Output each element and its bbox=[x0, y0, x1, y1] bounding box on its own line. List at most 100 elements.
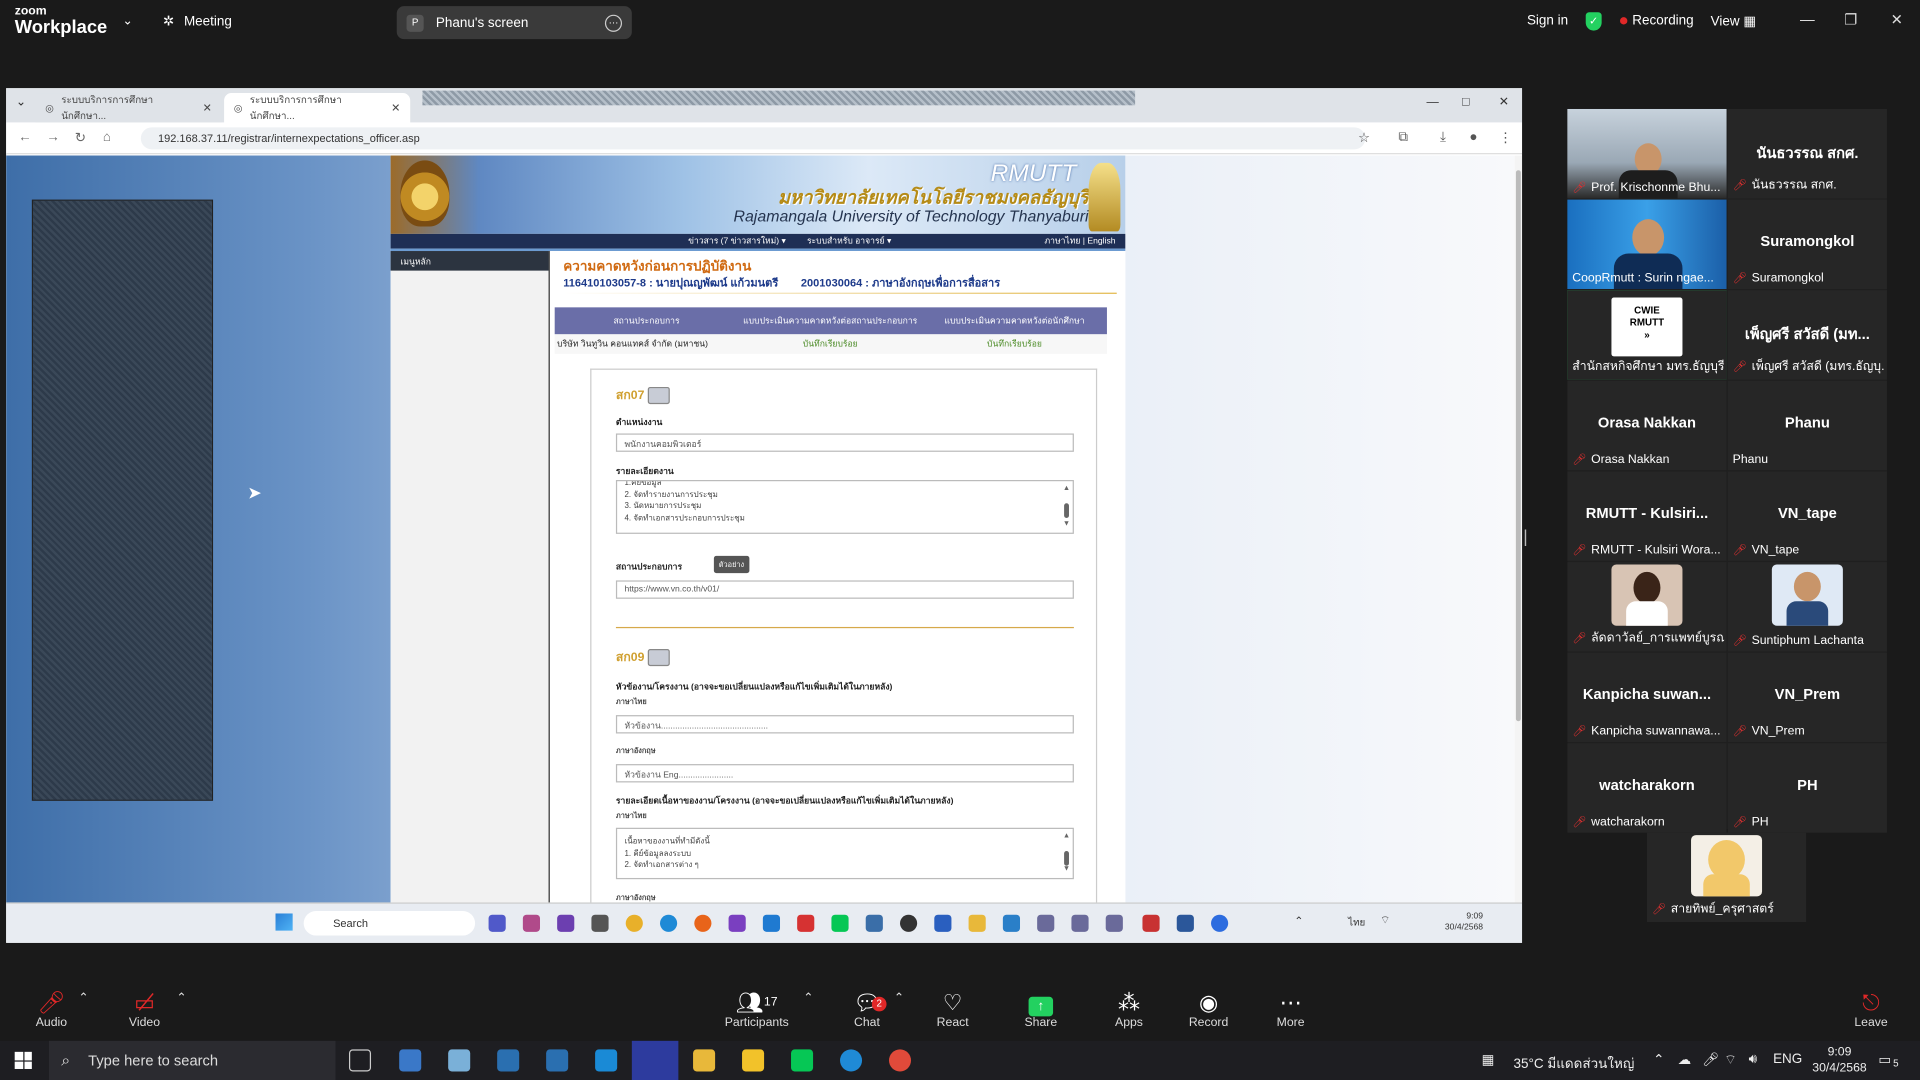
recording-indicator[interactable]: Recording bbox=[1620, 13, 1694, 28]
app-icon[interactable] bbox=[448, 1049, 471, 1072]
app-icon[interactable] bbox=[1037, 914, 1055, 932]
browser-tab-2[interactable]: ◎ ระบบบริการการศึกษานักศึกษา... ✕ bbox=[224, 93, 411, 123]
vscode-icon[interactable] bbox=[762, 914, 781, 932]
status-link[interactable]: บันทึกเรียบร้อย bbox=[922, 337, 1107, 350]
participant-tile[interactable]: 🎤︎ Prof. Krischonme Bhu... bbox=[1567, 108, 1727, 199]
app-icon[interactable] bbox=[900, 914, 918, 932]
gallery-resize-handle[interactable]: | bbox=[1523, 527, 1527, 547]
line-icon[interactable] bbox=[831, 914, 849, 932]
position-input[interactable]: พนักงานคอมพิวเตอร์ bbox=[615, 433, 1074, 452]
security-shield-icon[interactable]: ✓ bbox=[1585, 12, 1602, 31]
tray-chevron-icon[interactable]: ⌃ bbox=[1653, 1052, 1664, 1068]
printer-icon[interactable] bbox=[647, 386, 670, 405]
app-icon[interactable] bbox=[797, 914, 815, 932]
more-options-icon[interactable]: ··· bbox=[604, 14, 623, 32]
project-thai-input[interactable]: หัวข้องาน...............................… bbox=[615, 715, 1074, 734]
record-button[interactable]: ◉ Record bbox=[1185, 989, 1232, 1030]
taskbar-clock[interactable]: 9:09 30/4/2568 bbox=[1445, 911, 1483, 933]
screen-share-pill[interactable]: P Phanu's screen ··· bbox=[396, 6, 632, 40]
restore-icon[interactable]: ❐ bbox=[1844, 11, 1857, 28]
participants-button[interactable]: 👥︎17 Participants bbox=[722, 989, 791, 1030]
detail-textarea[interactable]: 1.คีย์ข้อมูล 2. จัดทำรายงานการประชุม 3. … bbox=[615, 480, 1074, 534]
app-icon[interactable] bbox=[865, 914, 883, 932]
sidebar-header[interactable]: เมนูหลัก bbox=[390, 251, 549, 271]
close-icon[interactable]: ✕ bbox=[1891, 11, 1903, 28]
company-url-input[interactable]: https://www.vn.co.th/v01/ bbox=[615, 580, 1074, 599]
browser-restore-icon[interactable]: □ bbox=[1462, 96, 1469, 109]
store-icon[interactable] bbox=[546, 1049, 569, 1072]
participant-tile[interactable]: PH 🎤︎ PH bbox=[1727, 743, 1887, 833]
wifi-icon[interactable]: ⌔ bbox=[1724, 1052, 1737, 1069]
chrome-icon[interactable] bbox=[625, 914, 643, 932]
tab-list-icon[interactable]: ⌄ bbox=[16, 96, 26, 109]
folder-icon[interactable] bbox=[968, 914, 986, 932]
participant-tile[interactable]: RMUTT - Kulsiri... 🎤︎ RMUTT - Kulsiri Wor… bbox=[1567, 471, 1727, 561]
app-icon[interactable] bbox=[557, 914, 575, 932]
firefox-icon[interactable] bbox=[694, 914, 712, 932]
forward-icon[interactable]: → bbox=[47, 130, 60, 145]
mic-icon[interactable]: 🎤︎ bbox=[1702, 1052, 1719, 1068]
app-icon[interactable] bbox=[934, 914, 952, 932]
participant-tile-active-speaker[interactable]: CWIE RMUTT » สำนักสหกิจศึกษา มทร.ธัญบุรี bbox=[1567, 290, 1727, 380]
menu-news[interactable]: ข่าวสาร (7 ข่าวสารใหม่) ▾ bbox=[688, 235, 786, 248]
app-icon[interactable] bbox=[399, 1049, 422, 1072]
chat-button[interactable]: 💬︎ Chat 2 bbox=[845, 989, 889, 1030]
browser-minimize-icon[interactable]: — bbox=[1427, 96, 1439, 109]
taskbar-clock[interactable]: 9:09 30/4/2568 bbox=[1812, 1044, 1866, 1076]
zoom-icon[interactable] bbox=[1211, 914, 1229, 932]
file-explorer-icon[interactable] bbox=[693, 1049, 716, 1072]
view-menu[interactable]: View ▦ bbox=[1711, 13, 1756, 30]
participant-tile[interactable]: 🎤︎ ลัดดาวัลย์_การแพทย์บูรณ... bbox=[1567, 562, 1727, 652]
participant-tile[interactable]: CoopRmutt : Surin ngae... bbox=[1567, 199, 1727, 289]
line-icon[interactable] bbox=[791, 1049, 814, 1072]
word-icon[interactable] bbox=[1176, 914, 1194, 932]
language-switch[interactable]: ภาษาไทย | English bbox=[1044, 235, 1115, 248]
video-options-caret[interactable]: ⌃ bbox=[176, 992, 186, 1005]
edge-icon[interactable] bbox=[840, 1049, 863, 1072]
tray-chevron-icon[interactable]: ⌃ bbox=[1294, 915, 1303, 928]
mail-icon[interactable] bbox=[595, 1049, 618, 1072]
participants-options-caret[interactable]: ⌃ bbox=[803, 992, 813, 1005]
app-icon[interactable] bbox=[522, 914, 541, 932]
home-icon[interactable]: ⌂ bbox=[103, 130, 111, 145]
browser-tab-1[interactable]: ◎ ระบบบริการการศึกษานักศึกษา... ✕ bbox=[35, 93, 222, 123]
audio-button[interactable]: 🎤︎ Audio bbox=[29, 989, 73, 1030]
meeting-menu[interactable]: ✲ Meeting bbox=[163, 13, 232, 29]
edge-icon[interactable] bbox=[660, 914, 678, 932]
minimize-icon[interactable]: — bbox=[1800, 11, 1815, 28]
bookmark-star-icon[interactable]: ☆ bbox=[1358, 130, 1370, 146]
content-textarea[interactable]: เนื้อหาของงานที่ทำมีดังนี้ 1. คีย์ข้อมูล… bbox=[615, 827, 1074, 880]
leave-button[interactable]: ⎋ Leave bbox=[1849, 989, 1893, 1030]
windows-start-icon[interactable] bbox=[14, 1051, 32, 1069]
participant-tile[interactable]: Kanpicha suwan... 🎤︎ Kanpicha suwannawa..… bbox=[1567, 652, 1727, 743]
participant-tile[interactable]: 🎤︎ สายทิพย์_ครุศาสตร์ bbox=[1646, 832, 1807, 923]
taskbar-search-input[interactable]: Type here to search bbox=[48, 1040, 336, 1080]
teams-icon[interactable] bbox=[488, 914, 506, 932]
app-icon[interactable] bbox=[1071, 914, 1089, 932]
visual-studio-icon[interactable] bbox=[728, 914, 746, 932]
project-english-input[interactable]: หัวข้องาน Eng....................... bbox=[615, 764, 1074, 783]
chat-options-caret[interactable]: ⌃ bbox=[894, 992, 904, 1005]
windows-start-icon[interactable] bbox=[275, 913, 293, 931]
share-button[interactable]: ↑ Share bbox=[1019, 989, 1063, 1030]
textarea-scrollbar[interactable]: ▲ ▼ bbox=[1063, 484, 1070, 531]
app-icon[interactable] bbox=[742, 1049, 765, 1072]
calculator-icon[interactable] bbox=[497, 1049, 520, 1072]
react-button[interactable]: ♡ React bbox=[931, 989, 975, 1030]
tab-close-icon[interactable]: ✕ bbox=[391, 101, 400, 114]
app-icon[interactable] bbox=[1142, 914, 1160, 932]
tab-close-icon[interactable]: ✕ bbox=[203, 101, 212, 114]
taskbar-search[interactable]: Search bbox=[303, 911, 476, 936]
volume-icon[interactable]: 🔊︎ bbox=[1749, 1052, 1757, 1068]
participant-tile[interactable]: Suramongkol 🎤︎ Suramongkol bbox=[1727, 199, 1887, 289]
textarea-scrollbar[interactable]: ▲ ▼ bbox=[1063, 831, 1070, 875]
apps-button[interactable]: ⁂ Apps bbox=[1107, 989, 1151, 1030]
language-indicator[interactable]: ENG bbox=[1773, 1052, 1802, 1067]
profile-icon[interactable]: ● bbox=[1469, 130, 1477, 145]
participant-tile[interactable]: watcharakorn 🎤︎ watcharakorn bbox=[1567, 743, 1727, 833]
back-icon[interactable]: ← bbox=[18, 130, 31, 145]
url-input[interactable]: 192.168.37.11/registrar/internexpectatio… bbox=[140, 127, 1366, 150]
app-icon[interactable] bbox=[1105, 914, 1123, 932]
zoom-app-icon[interactable] bbox=[631, 1040, 679, 1080]
chrome-icon[interactable] bbox=[888, 1049, 912, 1072]
